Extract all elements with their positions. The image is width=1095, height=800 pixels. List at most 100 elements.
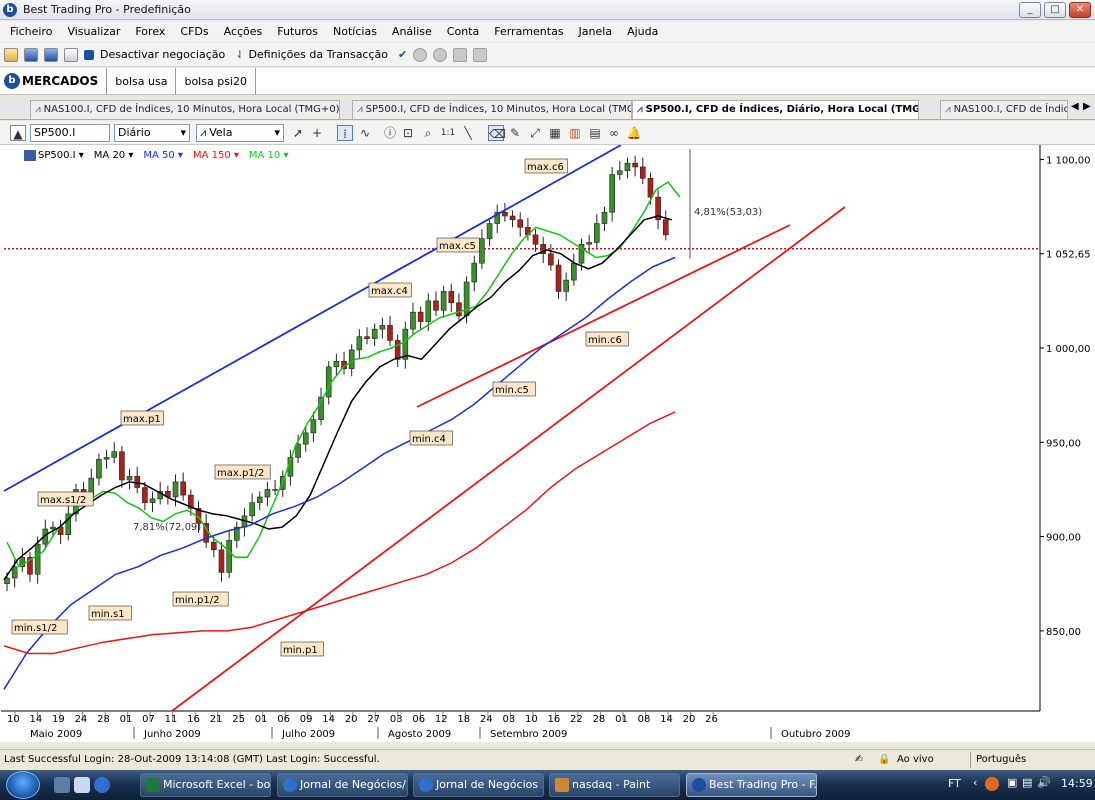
candle-body [662, 219, 669, 236]
save-icon[interactable] [24, 47, 38, 62]
menu-forex[interactable]: Forex [135, 25, 165, 38]
chart-tab-nas100-10min[interactable]: ⩘ NAS100.I, CFD de Índices, 10 Minutos, H… [30, 100, 340, 119]
price-chart[interactable]: 1 100,00 1 052,65 1 000,00 950,00 900,00 850,… [0, 144, 1095, 742]
chart-style-select[interactable]: ⩘ Vela ▾ [196, 124, 284, 142]
x-tick-label: 03 [390, 714, 403, 725]
collapse-up-icon[interactable]: ▲ [10, 125, 26, 141]
info-icon[interactable]: ⓘ [382, 125, 398, 141]
menu-analise[interactable]: Análise [392, 25, 432, 38]
minimize-button[interactable]: _ [1019, 2, 1041, 18]
x-tick-label: 20 [345, 714, 358, 725]
transaction-settings-button[interactable]: Definições da Transacção [248, 48, 388, 61]
task-jornal-1[interactable]: Jornal de Negócios/... [277, 773, 408, 797]
tab-scroll-right-icon[interactable]: ▶ [1083, 101, 1091, 112]
security-icon[interactable] [985, 777, 999, 791]
candle-body [348, 349, 355, 370]
explorer-icon[interactable] [74, 777, 90, 793]
cursor-arrow-icon[interactable]: ➚ [290, 125, 306, 141]
stop-icon[interactable] [433, 47, 448, 62]
expand-icon[interactable]: ⤢ [527, 125, 543, 141]
candle-body [364, 336, 370, 339]
settings-icon: ⇃ [235, 48, 245, 61]
link-icon[interactable]: ∞ [606, 125, 622, 141]
indicator-icon[interactable]: ∿ [357, 125, 373, 141]
candle-body [96, 458, 102, 479]
chart-area[interactable]: 1 100,00 1 052,65 1 000,00 950,00 900,00 850,… [0, 144, 1095, 742]
window-icon[interactable] [473, 47, 488, 62]
chart-tab-nas100-other[interactable]: ⩘ NAS100.I, CFD de Índice [940, 100, 1068, 119]
legend-sp500[interactable]: SP500.I ▾ [38, 150, 84, 161]
clock[interactable]: 14:59 [1061, 777, 1093, 790]
show-desktop-icon[interactable] [54, 777, 70, 793]
internet-explorer-icon[interactable] [94, 777, 110, 793]
menu-conta[interactable]: Conta [447, 25, 479, 38]
refresh-icon[interactable] [413, 47, 428, 62]
menu-ferramentas[interactable]: Ferramentas [494, 25, 563, 38]
menu-cfds[interactable]: CFDs [180, 25, 208, 38]
tab-bolsa-psi20[interactable]: bolsa psi20 [176, 67, 256, 95]
chart-line-icon: ⩘ [637, 104, 643, 115]
layout-icon[interactable]: ▤ [587, 125, 603, 141]
menu-noticias[interactable]: Notícias [333, 25, 377, 38]
properties-icon[interactable]: ▦ [547, 125, 563, 141]
template-icon[interactable]: ▥ [567, 125, 583, 141]
language-indicator[interactable]: FT [948, 777, 961, 790]
language-status[interactable]: Português [976, 750, 1026, 770]
chart-tab-sp500-daily[interactable]: ⩘ SP500.I, CFD de Índices, Diário, Hora L… [632, 100, 919, 119]
chart-tab-sp500-10min[interactable]: ⩘ SP500.I, CFD de Índices, 10 Minutos, Ho… [352, 100, 632, 119]
tab-bolsa-usa[interactable]: bolsa usa [107, 67, 177, 95]
legend-ma10[interactable]: MA 10 ▾ [249, 150, 289, 161]
y-tick-label: 950,00 [1046, 438, 1081, 449]
crosshair-icon[interactable]: + [309, 125, 325, 141]
check-icon[interactable]: ✔ [398, 48, 407, 61]
candle-body [333, 360, 340, 368]
data-window-icon[interactable]: ⊡ [400, 125, 416, 141]
zoom-reset-icon[interactable]: 1:1 [440, 125, 456, 141]
trendline-icon[interactable]: ╲ [460, 125, 476, 141]
battery-icon[interactable]: ▤ [1022, 776, 1032, 789]
menu-ajuda[interactable]: Ajuda [627, 25, 658, 38]
task-jornal-2[interactable]: Jornal de Negócios ... [413, 773, 544, 797]
login-status: Last Successful Login: 28-Out-2009 13:14… [4, 754, 380, 765]
draw-tool-icon[interactable]: ✎ [507, 125, 523, 141]
maximize-button[interactable]: □ [1044, 2, 1066, 18]
network-icon[interactable]: ▣ [1007, 776, 1017, 789]
home-icon[interactable] [453, 47, 468, 62]
menu-visualizar[interactable]: Visualizar [67, 25, 120, 38]
live-status: Ao vivo [897, 754, 934, 765]
alert-bell-icon[interactable]: 🔔 [626, 125, 642, 141]
menu-accoes[interactable]: Acções [224, 25, 263, 38]
task-excel[interactable]: Microsoft Excel - bo... [140, 773, 271, 797]
print-icon[interactable] [64, 47, 78, 62]
legend-ma150[interactable]: MA 150 ▾ [193, 150, 239, 161]
task-paint[interactable]: nasdaq - Paint [549, 773, 680, 797]
legend-ma20[interactable]: MA 20 ▾ [94, 150, 134, 161]
eraser-icon[interactable]: ⌫ [488, 125, 506, 141]
symbol-input[interactable]: SP500.I [30, 124, 110, 142]
zoom-icon[interactable]: ⌕ [420, 125, 436, 141]
candle-body [463, 281, 470, 317]
markets-tab[interactable]: b MERCADOS [0, 67, 108, 95]
x-tick-label: 08 [638, 714, 651, 725]
tray-expand-icon[interactable]: ‹ [973, 776, 977, 789]
start-button[interactable] [6, 771, 40, 799]
tab-scroll-left-icon[interactable]: ◀ [1071, 101, 1079, 112]
legend-ma50[interactable]: MA 50 ▾ [143, 150, 183, 161]
menu-ficheiro[interactable]: Ficheiro [10, 25, 52, 38]
deactivate-trading-button[interactable]: Desactivar negociação [100, 48, 225, 61]
period-select[interactable]: Diário ▾ [114, 124, 190, 142]
close-button[interactable]: ✕ [1069, 2, 1091, 18]
candle-body [172, 481, 179, 498]
menu-futuros[interactable]: Futuros [277, 25, 318, 38]
candle-body [394, 340, 401, 360]
volume-icon[interactable]: 🔊 [1037, 776, 1051, 789]
open-folder-icon[interactable] [4, 47, 18, 62]
candle-body [402, 328, 409, 360]
candle-body [639, 166, 646, 179]
save-all-icon[interactable] [44, 47, 58, 62]
chart-tabs-bar: ⩘ NAS100.I, CFD de Índices, 10 Minutos, H… [0, 98, 1095, 120]
grid-icon[interactable]: ⁞ [337, 125, 353, 141]
task-best-trading[interactable]: Best Trading Pro - F... [686, 773, 817, 797]
candle-body [310, 419, 317, 434]
menu-janela[interactable]: Janela [579, 25, 613, 38]
